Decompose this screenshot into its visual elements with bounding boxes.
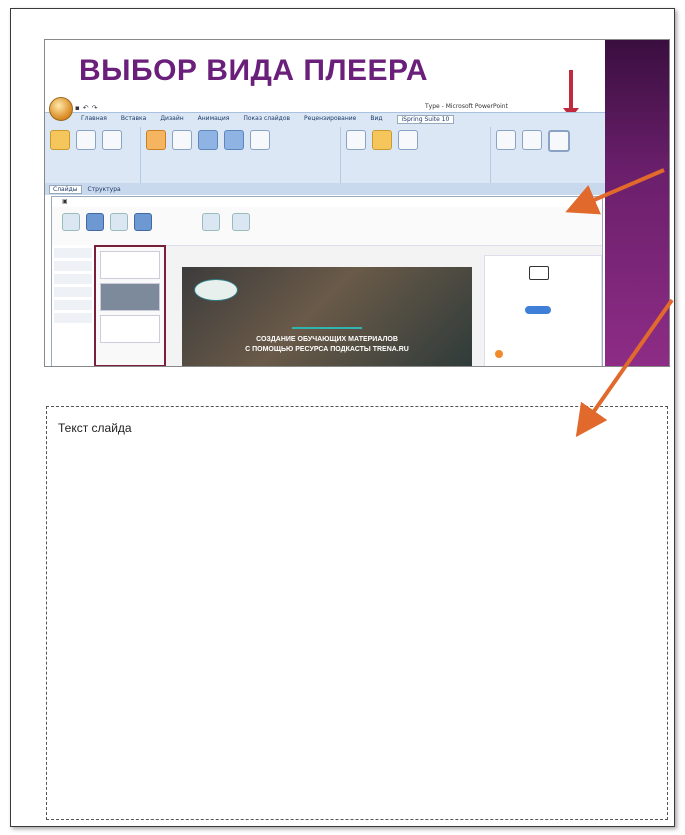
preview-right-panel [484, 255, 602, 366]
ribbon-tabs: Главная Вставка Дизайн Анимация Показ сл… [81, 115, 455, 124]
preview-settings-icon[interactable] [496, 130, 516, 150]
preview-window: ▣ × СОЗДАНИЕ ОБУЧАЮЩИХ МАТЕРИАЛОВ С ПОМО… [51, 196, 603, 366]
layout-thumb[interactable] [100, 251, 160, 279]
slides-pane-tabs: Слайды Структура [45, 183, 605, 195]
layout-thumb[interactable] [100, 283, 160, 311]
window-title: Туре - Microsoft PowerPoint [425, 103, 508, 110]
slide-properties-icon[interactable] [346, 130, 366, 150]
color-icon[interactable] [232, 213, 250, 231]
tablet-view-icon[interactable] [134, 213, 152, 231]
resources-icon[interactable] [398, 130, 418, 150]
tab-insert[interactable]: Вставка [121, 115, 146, 124]
settings-icon[interactable] [202, 213, 220, 231]
undo-icon[interactable]: ↶ [83, 104, 89, 112]
group-publish [491, 127, 605, 183]
list-item[interactable] [54, 313, 92, 323]
ribbon-groups [45, 127, 605, 183]
tab-view[interactable]: Вид [370, 115, 382, 124]
tab-review[interactable]: Рецензирование [304, 115, 356, 124]
list-item[interactable] [54, 248, 92, 258]
slide-thumbnail[interactable]: ВЫБОР ВИДА ПЛЕЕРА ▪ ↶ ↷ Туре - Microsoft… [44, 39, 670, 367]
ribbon: ▪ ↶ ↷ Туре - Microsoft PowerPoint Главна… [45, 97, 605, 195]
logo-icon [194, 279, 238, 301]
interaction-icon[interactable] [172, 130, 192, 150]
close-icon[interactable]: × [590, 197, 596, 205]
stage-headline-line1: СОЗДАНИЕ ОБУЧАЮЩИХ МАТЕРИАЛОВ [256, 336, 398, 343]
preview-stage: СОЗДАНИЕ ОБУЧАЮЩИХ МАТЕРИАЛОВ С ПОМОЩЬЮ … [182, 267, 472, 366]
tab-outline[interactable]: Структура [88, 186, 121, 193]
editor-icon[interactable] [102, 130, 122, 150]
office-button-icon[interactable] [49, 97, 73, 121]
quiz-icon[interactable] [146, 130, 166, 150]
publish-icon[interactable] [62, 213, 80, 231]
dialog-icon[interactable] [198, 130, 218, 150]
notes-placeholder-text: Текст слайда [58, 421, 132, 435]
player-layout-list [94, 245, 166, 366]
list-item[interactable] [54, 300, 92, 310]
tab-animation[interactable]: Анимация [198, 115, 230, 124]
list-item[interactable] [54, 274, 92, 284]
group-insert [141, 127, 341, 183]
status-dot [495, 350, 503, 358]
slide-title: ВЫБОР ВИДА ПЛЕЕРА [79, 54, 429, 87]
tab-slideshow[interactable]: Показ слайдов [243, 115, 290, 124]
toggle-pill[interactable] [525, 306, 551, 314]
tab-home[interactable]: Главная [81, 115, 107, 124]
tab-ispring[interactable]: iSpring Suite 10 [396, 115, 455, 124]
notes-page: ВЫБОР ВИДА ПЛЕЕРА ▪ ↶ ↷ Туре - Microsoft… [10, 8, 675, 827]
slide-accent-band [605, 40, 669, 366]
group-narration [45, 127, 141, 183]
notes-placeholder[interactable]: Текст слайда [46, 406, 668, 820]
tab-slides[interactable]: Слайды [49, 184, 82, 194]
stage-headline-line2: С ПОМОЩЬЮ РЕСУРСА ПОДКАСТЫ TRENA.RU [245, 346, 409, 353]
preview-title-icon: ▣ [62, 198, 68, 205]
preview-button[interactable] [548, 130, 570, 152]
player-view-icon[interactable] [86, 213, 104, 231]
screen-record-icon[interactable] [224, 130, 244, 150]
quick-access-toolbar: ▪ ↶ ↷ [75, 101, 98, 115]
mobile-view-icon[interactable] [110, 213, 128, 231]
player-icon[interactable] [372, 130, 392, 150]
save-icon[interactable]: ▪ [75, 104, 80, 112]
list-item[interactable] [54, 261, 92, 271]
record-audio-icon[interactable] [50, 130, 70, 150]
presentation-resources-icon[interactable] [522, 130, 542, 150]
list-item[interactable] [54, 287, 92, 297]
youtube-icon[interactable] [250, 130, 270, 150]
camera-icon [529, 266, 549, 280]
group-presentation [341, 127, 491, 183]
accent-bar [292, 327, 362, 329]
layout-thumb[interactable] [100, 315, 160, 343]
redo-icon[interactable]: ↷ [92, 104, 98, 112]
preview-left-panel [52, 245, 95, 366]
record-video-icon[interactable] [76, 130, 96, 150]
red-arrow-icon [563, 70, 579, 118]
tab-design[interactable]: Дизайн [160, 115, 183, 124]
preview-toolbar [52, 207, 602, 246]
stage-headline: СОЗДАНИЕ ОБУЧАЮЩИХ МАТЕРИАЛОВ С ПОМОЩЬЮ … [182, 335, 472, 355]
